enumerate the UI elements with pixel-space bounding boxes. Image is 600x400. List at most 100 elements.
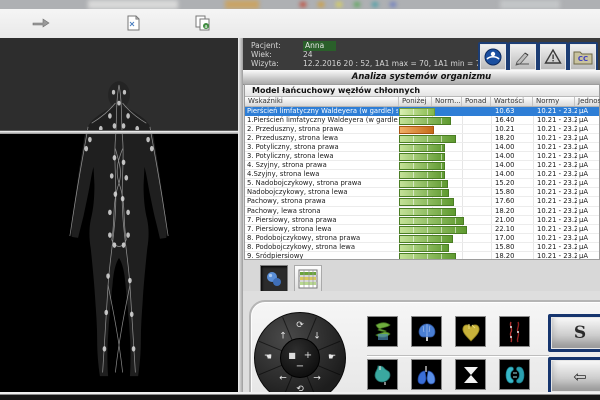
table-row[interactable]: Pachowy, lewa strona18.2010.21 - 23.20µA — [245, 207, 599, 216]
dpad-hand-right-icon[interactable]: ☛ — [328, 354, 336, 363]
table-row[interactable]: Pierścień limfatyczny Waldeyera (w gardl… — [245, 107, 599, 116]
brain-icon — [415, 320, 439, 344]
dpad-left-icon[interactable]: ← — [279, 375, 287, 384]
row-value: 18.20 — [495, 252, 533, 259]
dpad-down-right-icon[interactable]: ↓ — [313, 333, 321, 342]
table-row[interactable]: 4. Szyjny, strona prawa14.0010.21 - 23.2… — [245, 161, 599, 170]
vessels-icon — [503, 320, 527, 344]
bottom-edge-strip — [0, 392, 600, 400]
row-unit: µA — [579, 125, 599, 134]
table-row[interactable]: 1.Pierścień limfatyczny Waldeyera (w gar… — [245, 116, 599, 125]
row-unit: µA — [579, 161, 599, 170]
report-document-icon[interactable] — [122, 13, 144, 33]
dpad-zoom-in-icon[interactable]: + — [304, 352, 312, 360]
table-row[interactable]: 7. Piersiowy, strona prawa21.0010.21 - 2… — [245, 216, 599, 225]
table-row[interactable]: 9. Śródpiersiowy18.2010.21 - 23.20µA — [245, 252, 599, 259]
table-row[interactable]: 3. Potyliczny, strona prawa14.0010.21 - … — [245, 143, 599, 152]
forward-arrow-icon[interactable] — [30, 13, 52, 33]
table-body: Pierścień limfatyczny Waldeyera (w gardl… — [245, 107, 599, 259]
vessels-button[interactable] — [499, 316, 530, 347]
row-indicator-label: 1.Pierścień limfatyczny Waldeyera (w gar… — [247, 116, 398, 125]
age-label: Wiek: — [251, 50, 299, 59]
intestines-button[interactable] — [367, 316, 398, 347]
table-row[interactable]: Pachowy, strona prawa17.6010.21 - 23.20µ… — [245, 197, 599, 206]
table-row[interactable]: 2. Przeduszny, strona prawa10.2110.21 - … — [245, 125, 599, 134]
dpad-zoom-out-icon[interactable]: − — [296, 363, 304, 371]
column-header[interactable]: Wskaźniki — [245, 97, 399, 106]
row-value: 15.80 — [495, 243, 533, 252]
tab-table-view[interactable] — [294, 265, 322, 293]
cc-folder-button[interactable]: CC — [568, 42, 598, 72]
value-bar — [399, 198, 454, 206]
row-indicator-label: Pierścień limfatyczny Waldeyera (w gardl… — [247, 107, 398, 116]
table-row[interactable]: 8. Podobojczykowy, strona prawa17.0010.2… — [245, 234, 599, 243]
dpad-up-left-icon[interactable]: ↑ — [279, 333, 287, 342]
table-row[interactable]: 5. Nadobojczykowy, strona prawa15.2010.2… — [245, 179, 599, 188]
row-value: 10.21 — [495, 125, 533, 134]
row-unit: µA — [579, 243, 599, 252]
table-row[interactable]: 8. Podobojczykowy, strona lewa15.8010.21… — [245, 243, 599, 252]
row-value: 17.60 — [495, 197, 533, 206]
application-window: a — [0, 0, 600, 400]
row-norm: 10.21 - 23.20 — [537, 179, 577, 188]
kidneys-button[interactable] — [499, 359, 530, 390]
table-row[interactable]: 2. Przeduszny, strona lewa18.2010.21 - 2… — [245, 134, 599, 143]
table-row[interactable]: 7. Piersiowy, strona lewa22.1010.21 - 23… — [245, 225, 599, 234]
warning-button[interactable] — [538, 42, 568, 72]
row-indicator-label: 3. Potyliczny, strona prawa — [247, 143, 398, 152]
column-header[interactable]: Norm... — [432, 97, 462, 106]
writing-hand-icon — [514, 48, 532, 66]
row-unit: µA — [579, 225, 599, 234]
row-value: 18.20 — [495, 207, 533, 216]
dpad[interactable]: ↑ ⟳ ↓ ☚ ☛ ← ⟲ → ■ + − — [254, 312, 346, 400]
dpad-rotate-icon[interactable]: ⟳ — [296, 322, 304, 331]
table-grid-icon — [298, 269, 318, 289]
row-norm: 10.21 - 23.20 — [537, 152, 577, 161]
patient-card-icon — [484, 48, 502, 66]
copy-pages-icon[interactable]: a — [192, 13, 214, 33]
patient-card-button[interactable] — [478, 42, 508, 72]
row-indicator-label: 8. Podobojczykowy, strona prawa — [247, 234, 398, 243]
column-header[interactable]: Poniżej — [399, 97, 432, 106]
brain-button[interactable] — [411, 316, 442, 347]
dpad-right-icon[interactable]: → — [313, 375, 321, 384]
stomach-button[interactable] — [367, 359, 398, 390]
value-bar — [399, 189, 449, 197]
column-header[interactable]: Normy — [533, 97, 575, 106]
desktop-blob — [318, 2, 324, 7]
dpad-hand-left-icon[interactable]: ☚ — [264, 354, 272, 363]
anatomy-view[interactable] — [0, 38, 238, 400]
row-norm: 10.21 - 23.20 — [537, 225, 577, 234]
table-row[interactable]: Nadobojczykowy, strona lewa15.8010.21 - … — [245, 188, 599, 197]
value-bar — [399, 126, 434, 134]
row-value: 14.00 — [495, 143, 533, 152]
dpad-stop-icon[interactable]: ■ — [288, 352, 296, 360]
heart-button[interactable] — [455, 316, 486, 347]
column-header[interactable]: Wartości — [491, 97, 533, 106]
hourglass-button[interactable] — [455, 359, 486, 390]
lungs-button[interactable] — [411, 359, 442, 390]
value-bar — [399, 244, 449, 252]
row-unit: µA — [579, 143, 599, 152]
row-value: 21.00 — [495, 216, 533, 225]
back-button[interactable]: ⇦ — [548, 357, 600, 395]
start-button-label: S — [574, 323, 586, 343]
start-button[interactable]: S — [548, 314, 600, 352]
cc-folder-icon: CC — [573, 48, 593, 66]
row-indicator-label: 8. Podobojczykowy, strona lewa — [247, 243, 398, 252]
edit-notes-button[interactable] — [508, 42, 538, 72]
visit-label: Wizyta: — [251, 59, 299, 68]
column-header[interactable]: Ponad — [462, 97, 491, 106]
table-row[interactable]: 3. Potyliczny, strona lewa14.0010.21 - 2… — [245, 152, 599, 161]
row-value: 15.20 — [495, 179, 533, 188]
row-norm: 10.21 - 23.20 — [537, 125, 577, 134]
row-norm: 10.21 - 23.20 — [537, 107, 577, 116]
control-panel: ↑ ⟳ ↓ ☚ ☛ ← ⟲ → ■ + − — [249, 300, 600, 400]
row-indicator-label: 2. Przeduszny, strona lewa — [247, 134, 398, 143]
row-indicator-label: 4.Szyjny, strona lewa — [247, 170, 398, 179]
column-header[interactable]: Jednostki — [575, 97, 600, 106]
table-row[interactable]: 4.Szyjny, strona lewa14.0010.21 - 23.20µ… — [245, 170, 599, 179]
svg-text:CC: CC — [578, 55, 588, 63]
tab-body-view[interactable] — [260, 265, 288, 293]
row-value: 10.63 — [495, 107, 533, 116]
